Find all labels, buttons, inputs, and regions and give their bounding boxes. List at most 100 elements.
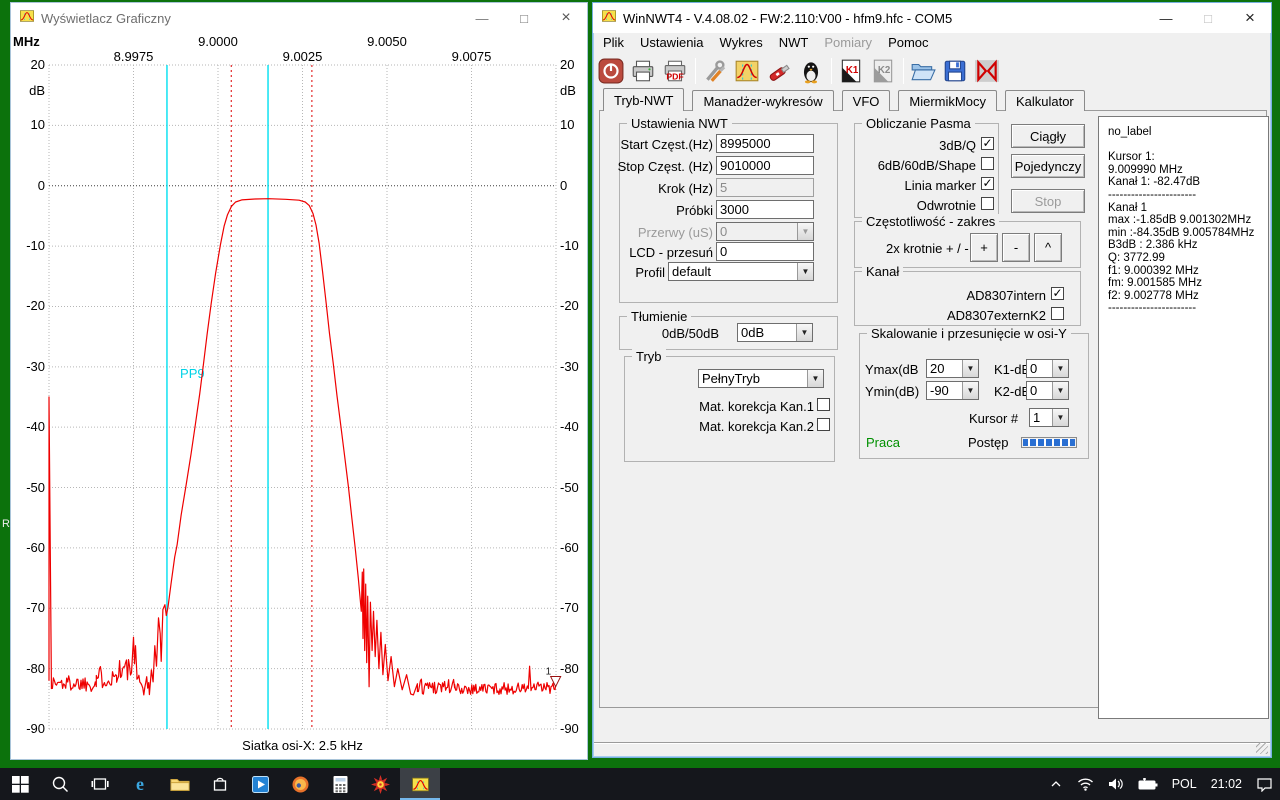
menu-item-nwt[interactable]: NWT (771, 33, 817, 52)
chevron-down-icon[interactable]: ▼ (796, 324, 812, 341)
close-icon[interactable]: × (1229, 3, 1271, 33)
tab-manadżer-wykresów[interactable]: Manadżer-wykresów (692, 90, 833, 111)
print-pdf-icon[interactable]: PDF (660, 56, 690, 86)
taskbar-app-store-icon[interactable] (200, 768, 240, 800)
single-sweep-button[interactable]: Pojedynczy (1011, 154, 1085, 178)
measurement-info-panel[interactable]: no_label Kursor 1:9.009990 MHzKanał 1: -… (1098, 116, 1269, 719)
kanal-1-checkbox[interactable] (1051, 307, 1064, 320)
obliczanie-0-checkbox[interactable]: ✓ (981, 137, 994, 150)
ymin-combo[interactable]: -90▼ (926, 381, 979, 400)
tab-kalkulator[interactable]: Kalkulator (1005, 90, 1085, 111)
correction-ch1-checkbox[interactable] (817, 398, 830, 411)
start-freq-input[interactable]: 8995000 (716, 134, 814, 153)
resize-grip[interactable] (1256, 742, 1268, 754)
samples-input[interactable]: 3000 (716, 200, 814, 219)
chevron-down-icon[interactable]: ▼ (1052, 360, 1068, 377)
battery-icon[interactable] (1131, 768, 1165, 800)
mode-combo[interactable]: PełnyTryb▼ (698, 369, 824, 388)
freq-range-button-+[interactable]: + (970, 233, 998, 262)
correction-ch2-checkbox[interactable] (817, 418, 830, 431)
language-indicator[interactable]: POL (1165, 768, 1204, 800)
taskbar-app-sun-app-icon[interactable] (360, 768, 400, 800)
pause-combo: 0▼ (716, 222, 814, 241)
taskbar-app-search-icon[interactable] (40, 768, 80, 800)
linux-tux-icon[interactable] (796, 56, 826, 86)
chevron-down-icon[interactable]: ▼ (962, 360, 978, 377)
group-title: Tłumienie (627, 309, 691, 324)
taskbar-app-movies-icon[interactable] (240, 768, 280, 800)
correction-ch2-label: Mat. korekcja Kan.2 (653, 419, 814, 434)
info-line: f1: 9.000392 MHz (1108, 265, 1268, 278)
info-line: no_label (1108, 126, 1268, 139)
spectrum-plot[interactable]: PP91 (49, 65, 556, 729)
obliczanie-3-checkbox[interactable] (981, 197, 994, 210)
tab-vfo[interactable]: VFO (842, 90, 891, 111)
ymax-combo[interactable]: 20▼ (926, 359, 979, 378)
chevron-down-icon[interactable]: ▼ (807, 370, 823, 387)
menu-item-wykres[interactable]: Wykres (712, 33, 771, 52)
menu-item-plik[interactable]: Plik (595, 33, 632, 52)
minimize-icon[interactable]: — (1145, 3, 1187, 33)
x-tick-label: 9.0075 (442, 49, 502, 64)
print-icon[interactable] (628, 56, 658, 86)
clock[interactable]: 21:02 (1204, 768, 1249, 800)
menu-item-pomiary[interactable]: Pomiary (816, 33, 880, 52)
main-window-titlebar[interactable]: WinNWT4 - V.4.08.02 - FW:2.110:V00 - hfm… (593, 3, 1271, 33)
kanal-0-checkbox[interactable]: ✓ (1051, 287, 1064, 300)
taskbar-app-firefox-icon[interactable] (280, 768, 320, 800)
minimize-icon[interactable]: — (461, 3, 503, 33)
step-input: 5 (716, 178, 814, 197)
profile-combo[interactable]: default▼ (668, 262, 814, 281)
action-center-icon[interactable] (1249, 768, 1280, 800)
save-file-icon[interactable] (940, 56, 970, 86)
attenuation-combo[interactable]: 0dB▼ (737, 323, 813, 342)
freq-range-button-^[interactable]: ^ (1034, 233, 1062, 262)
k2-channel-icon[interactable]: K2 (868, 56, 898, 86)
sweep-clear-icon[interactable] (972, 56, 1002, 86)
ymax-label: Ymax(dB (865, 362, 918, 377)
stop-freq-input[interactable]: 9010000 (716, 156, 814, 175)
taskbar-app-edge-icon[interactable]: e (120, 768, 160, 800)
cursor-number-combo[interactable]: 1▼ (1029, 408, 1069, 427)
y-tick-label: -80 (11, 661, 45, 676)
menu-item-pomoc[interactable]: Pomoc (880, 33, 936, 52)
maximize-icon[interactable]: □ (1187, 3, 1229, 33)
open-file-icon[interactable] (908, 56, 938, 86)
menu-item-ustawienia[interactable]: Ustawienia (632, 33, 712, 52)
taskbar-app-start-icon[interactable] (0, 768, 40, 800)
wifi-icon[interactable] (1070, 768, 1101, 800)
sweep-settings-icon[interactable] (732, 56, 762, 86)
tools-icon[interactable] (700, 56, 730, 86)
k1-channel-icon[interactable]: K1 (836, 56, 866, 86)
chevron-down-icon[interactable]: ▼ (962, 382, 978, 399)
y-tick-label: -70 (11, 600, 45, 615)
y-tick-label: -40 (11, 419, 45, 434)
tab-miermikmocy[interactable]: MiermikMocy (898, 90, 997, 111)
graph-window-title: Wyświetlacz Graficzny (41, 11, 171, 26)
tray-chevron-up-icon[interactable] (1042, 768, 1070, 800)
k1-combo[interactable]: 0▼ (1026, 359, 1069, 378)
y-tick-label: dB (560, 83, 590, 98)
taskbar-app-task-view-icon[interactable] (80, 768, 120, 800)
taskbar-app-explorer-icon[interactable] (160, 768, 200, 800)
taskbar-app-winnwt-icon[interactable] (400, 768, 440, 800)
volume-icon[interactable] (1101, 768, 1131, 800)
chevron-down-icon[interactable]: ▼ (797, 263, 813, 280)
obliczanie-1-checkbox[interactable] (981, 157, 994, 170)
maximize-icon[interactable]: □ (503, 3, 545, 33)
taskbar-app-calculator-icon[interactable] (320, 768, 360, 800)
tab-tryb-nwt[interactable]: Tryb-NWT (603, 88, 684, 111)
obliczanie-2-checkbox[interactable]: ✓ (981, 177, 994, 190)
freq-range-button--[interactable]: - (1002, 233, 1030, 262)
swiss-knife-icon[interactable] (764, 56, 794, 86)
chevron-down-icon[interactable]: ▼ (1052, 409, 1068, 426)
y-tick-label: -20 (560, 298, 590, 313)
chevron-down-icon[interactable]: ▼ (1052, 382, 1068, 399)
close-icon[interactable]: × (545, 3, 587, 33)
continuous-sweep-button[interactable]: Ciągły (1011, 124, 1085, 148)
graph-window-titlebar[interactable]: Wyświetlacz Graficzny — □ × (11, 3, 587, 33)
lcd-offset-input[interactable]: 0 (716, 242, 814, 261)
k2-combo[interactable]: 0▼ (1026, 381, 1069, 400)
power-icon[interactable] (596, 56, 626, 86)
winnwt-app-icon (601, 8, 617, 29)
